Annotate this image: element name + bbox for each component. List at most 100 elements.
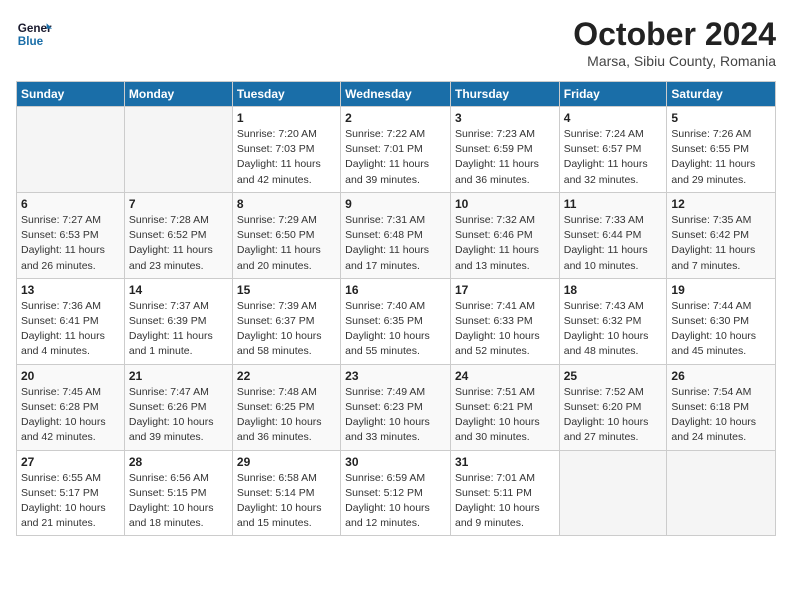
day-number: 31 [455, 455, 555, 469]
day-info: Sunrise: 7:54 AM Sunset: 6:18 PM Dayligh… [671, 385, 771, 446]
day-info: Sunrise: 7:40 AM Sunset: 6:35 PM Dayligh… [345, 299, 446, 360]
day-number: 1 [237, 111, 336, 125]
calendar-cell: 22 Sunrise: 7:48 AM Sunset: 6:25 PM Dayli… [232, 364, 340, 450]
calendar-cell: 24 Sunrise: 7:51 AM Sunset: 6:21 PM Dayli… [450, 364, 559, 450]
day-number: 14 [129, 283, 228, 297]
day-number: 12 [671, 197, 771, 211]
weekday-header: Monday [124, 82, 232, 107]
calendar-cell: 13Sunrise: 7:36 AM Sunset: 6:41 PM Dayli… [17, 278, 125, 364]
calendar-cell: 23 Sunrise: 7:49 AM Sunset: 6:23 PM Dayli… [341, 364, 451, 450]
calendar-cell: 29Sunrise: 6:58 AM Sunset: 5:14 PM Dayli… [232, 450, 340, 536]
calendar-week-row: 20 Sunrise: 7:45 AM Sunset: 6:28 PM Dayli… [17, 364, 776, 450]
calendar-cell: 5 Sunrise: 7:26 AM Sunset: 6:55 PM Daylig… [667, 107, 776, 193]
day-number: 23 [345, 369, 446, 383]
day-number: 24 [455, 369, 555, 383]
logo: General Blue [16, 16, 52, 52]
day-info: Sunrise: 7:35 AM Sunset: 6:42 PM Dayligh… [671, 213, 771, 274]
calendar-week-row: 13Sunrise: 7:36 AM Sunset: 6:41 PM Dayli… [17, 278, 776, 364]
day-info: Sunrise: 6:56 AM Sunset: 5:15 PM Dayligh… [129, 471, 228, 532]
calendar-cell: 6 Sunrise: 7:27 AM Sunset: 6:53 PM Daylig… [17, 192, 125, 278]
calendar-cell: 12 Sunrise: 7:35 AM Sunset: 6:42 PM Dayli… [667, 192, 776, 278]
day-info: Sunrise: 7:27 AM Sunset: 6:53 PM Dayligh… [21, 213, 120, 274]
day-info: Sunrise: 7:47 AM Sunset: 6:26 PM Dayligh… [129, 385, 228, 446]
day-number: 15 [237, 283, 336, 297]
day-number: 16 [345, 283, 446, 297]
day-info: Sunrise: 7:43 AM Sunset: 6:32 PM Dayligh… [564, 299, 663, 360]
day-info: Sunrise: 7:28 AM Sunset: 6:52 PM Dayligh… [129, 213, 228, 274]
calendar-cell: 14 Sunrise: 7:37 AM Sunset: 6:39 PM Dayli… [124, 278, 232, 364]
day-number: 25 [564, 369, 663, 383]
calendar-cell: 9 Sunrise: 7:31 AM Sunset: 6:48 PM Daylig… [341, 192, 451, 278]
calendar-table: SundayMondayTuesdayWednesdayThursdayFrid… [16, 81, 776, 536]
day-number: 10 [455, 197, 555, 211]
day-info: Sunrise: 7:52 AM Sunset: 6:20 PM Dayligh… [564, 385, 663, 446]
day-info: Sunrise: 7:01 AM Sunset: 5:11 PM Dayligh… [455, 471, 555, 532]
calendar-week-row: 1 Sunrise: 7:20 AM Sunset: 7:03 PM Daylig… [17, 107, 776, 193]
calendar-cell: 30 Sunrise: 6:59 AM Sunset: 5:12 PM Dayli… [341, 450, 451, 536]
day-info: Sunrise: 7:20 AM Sunset: 7:03 PM Dayligh… [237, 127, 336, 188]
day-number: 27 [21, 455, 120, 469]
calendar-cell: 19 Sunrise: 7:44 AM Sunset: 6:30 PM Dayli… [667, 278, 776, 364]
day-info: Sunrise: 7:39 AM Sunset: 6:37 PM Dayligh… [237, 299, 336, 360]
day-number: 9 [345, 197, 446, 211]
weekday-header: Saturday [667, 82, 776, 107]
calendar-cell: 16 Sunrise: 7:40 AM Sunset: 6:35 PM Dayli… [341, 278, 451, 364]
calendar-week-row: 27 Sunrise: 6:55 AM Sunset: 5:17 PM Dayli… [17, 450, 776, 536]
calendar-cell: 11Sunrise: 7:33 AM Sunset: 6:44 PM Dayli… [559, 192, 667, 278]
day-number: 18 [564, 283, 663, 297]
day-number: 5 [671, 111, 771, 125]
svg-text:Blue: Blue [18, 35, 44, 48]
day-info: Sunrise: 6:59 AM Sunset: 5:12 PM Dayligh… [345, 471, 446, 532]
day-number: 21 [129, 369, 228, 383]
day-info: Sunrise: 6:55 AM Sunset: 5:17 PM Dayligh… [21, 471, 120, 532]
day-number: 8 [237, 197, 336, 211]
day-info: Sunrise: 7:31 AM Sunset: 6:48 PM Dayligh… [345, 213, 446, 274]
day-info: Sunrise: 7:45 AM Sunset: 6:28 PM Dayligh… [21, 385, 120, 446]
day-info: Sunrise: 7:51 AM Sunset: 6:21 PM Dayligh… [455, 385, 555, 446]
day-number: 2 [345, 111, 446, 125]
calendar-cell: 2 Sunrise: 7:22 AM Sunset: 7:01 PM Daylig… [341, 107, 451, 193]
day-number: 26 [671, 369, 771, 383]
calendar-cell [559, 450, 667, 536]
day-info: Sunrise: 7:29 AM Sunset: 6:50 PM Dayligh… [237, 213, 336, 274]
day-info: Sunrise: 7:49 AM Sunset: 6:23 PM Dayligh… [345, 385, 446, 446]
calendar-cell: 27 Sunrise: 6:55 AM Sunset: 5:17 PM Dayli… [17, 450, 125, 536]
calendar-cell: 26 Sunrise: 7:54 AM Sunset: 6:18 PM Dayli… [667, 364, 776, 450]
weekday-header: Friday [559, 82, 667, 107]
day-info: Sunrise: 6:58 AM Sunset: 5:14 PM Dayligh… [237, 471, 336, 532]
page-header: General Blue October 2024 Marsa, Sibiu C… [16, 16, 776, 69]
calendar-cell: 7Sunrise: 7:28 AM Sunset: 6:52 PM Daylig… [124, 192, 232, 278]
day-info: Sunrise: 7:23 AM Sunset: 6:59 PM Dayligh… [455, 127, 555, 188]
calendar-cell [667, 450, 776, 536]
calendar-cell: 25 Sunrise: 7:52 AM Sunset: 6:20 PM Dayli… [559, 364, 667, 450]
calendar-cell: 28 Sunrise: 6:56 AM Sunset: 5:15 PM Dayli… [124, 450, 232, 536]
day-number: 30 [345, 455, 446, 469]
day-info: Sunrise: 7:24 AM Sunset: 6:57 PM Dayligh… [564, 127, 663, 188]
location-subtitle: Marsa, Sibiu County, Romania [573, 53, 776, 69]
day-number: 20 [21, 369, 120, 383]
day-info: Sunrise: 7:41 AM Sunset: 6:33 PM Dayligh… [455, 299, 555, 360]
calendar-week-row: 6 Sunrise: 7:27 AM Sunset: 6:53 PM Daylig… [17, 192, 776, 278]
day-info: Sunrise: 7:48 AM Sunset: 6:25 PM Dayligh… [237, 385, 336, 446]
calendar-cell: 1 Sunrise: 7:20 AM Sunset: 7:03 PM Daylig… [232, 107, 340, 193]
day-number: 3 [455, 111, 555, 125]
calendar-cell: 4 Sunrise: 7:24 AM Sunset: 6:57 PM Daylig… [559, 107, 667, 193]
weekday-header: Sunday [17, 82, 125, 107]
calendar-cell: 31 Sunrise: 7:01 AM Sunset: 5:11 PM Dayli… [450, 450, 559, 536]
day-info: Sunrise: 7:36 AM Sunset: 6:41 PM Dayligh… [21, 299, 120, 360]
day-info: Sunrise: 7:22 AM Sunset: 7:01 PM Dayligh… [345, 127, 446, 188]
day-number: 6 [21, 197, 120, 211]
weekday-header: Tuesday [232, 82, 340, 107]
day-info: Sunrise: 7:26 AM Sunset: 6:55 PM Dayligh… [671, 127, 771, 188]
day-number: 19 [671, 283, 771, 297]
weekday-header: Wednesday [341, 82, 451, 107]
day-number: 28 [129, 455, 228, 469]
calendar-cell: 8 Sunrise: 7:29 AM Sunset: 6:50 PM Daylig… [232, 192, 340, 278]
day-number: 4 [564, 111, 663, 125]
calendar-cell [17, 107, 125, 193]
day-info: Sunrise: 7:37 AM Sunset: 6:39 PM Dayligh… [129, 299, 228, 360]
calendar-cell: 20 Sunrise: 7:45 AM Sunset: 6:28 PM Dayli… [17, 364, 125, 450]
weekday-header: Thursday [450, 82, 559, 107]
day-info: Sunrise: 7:44 AM Sunset: 6:30 PM Dayligh… [671, 299, 771, 360]
day-number: 22 [237, 369, 336, 383]
